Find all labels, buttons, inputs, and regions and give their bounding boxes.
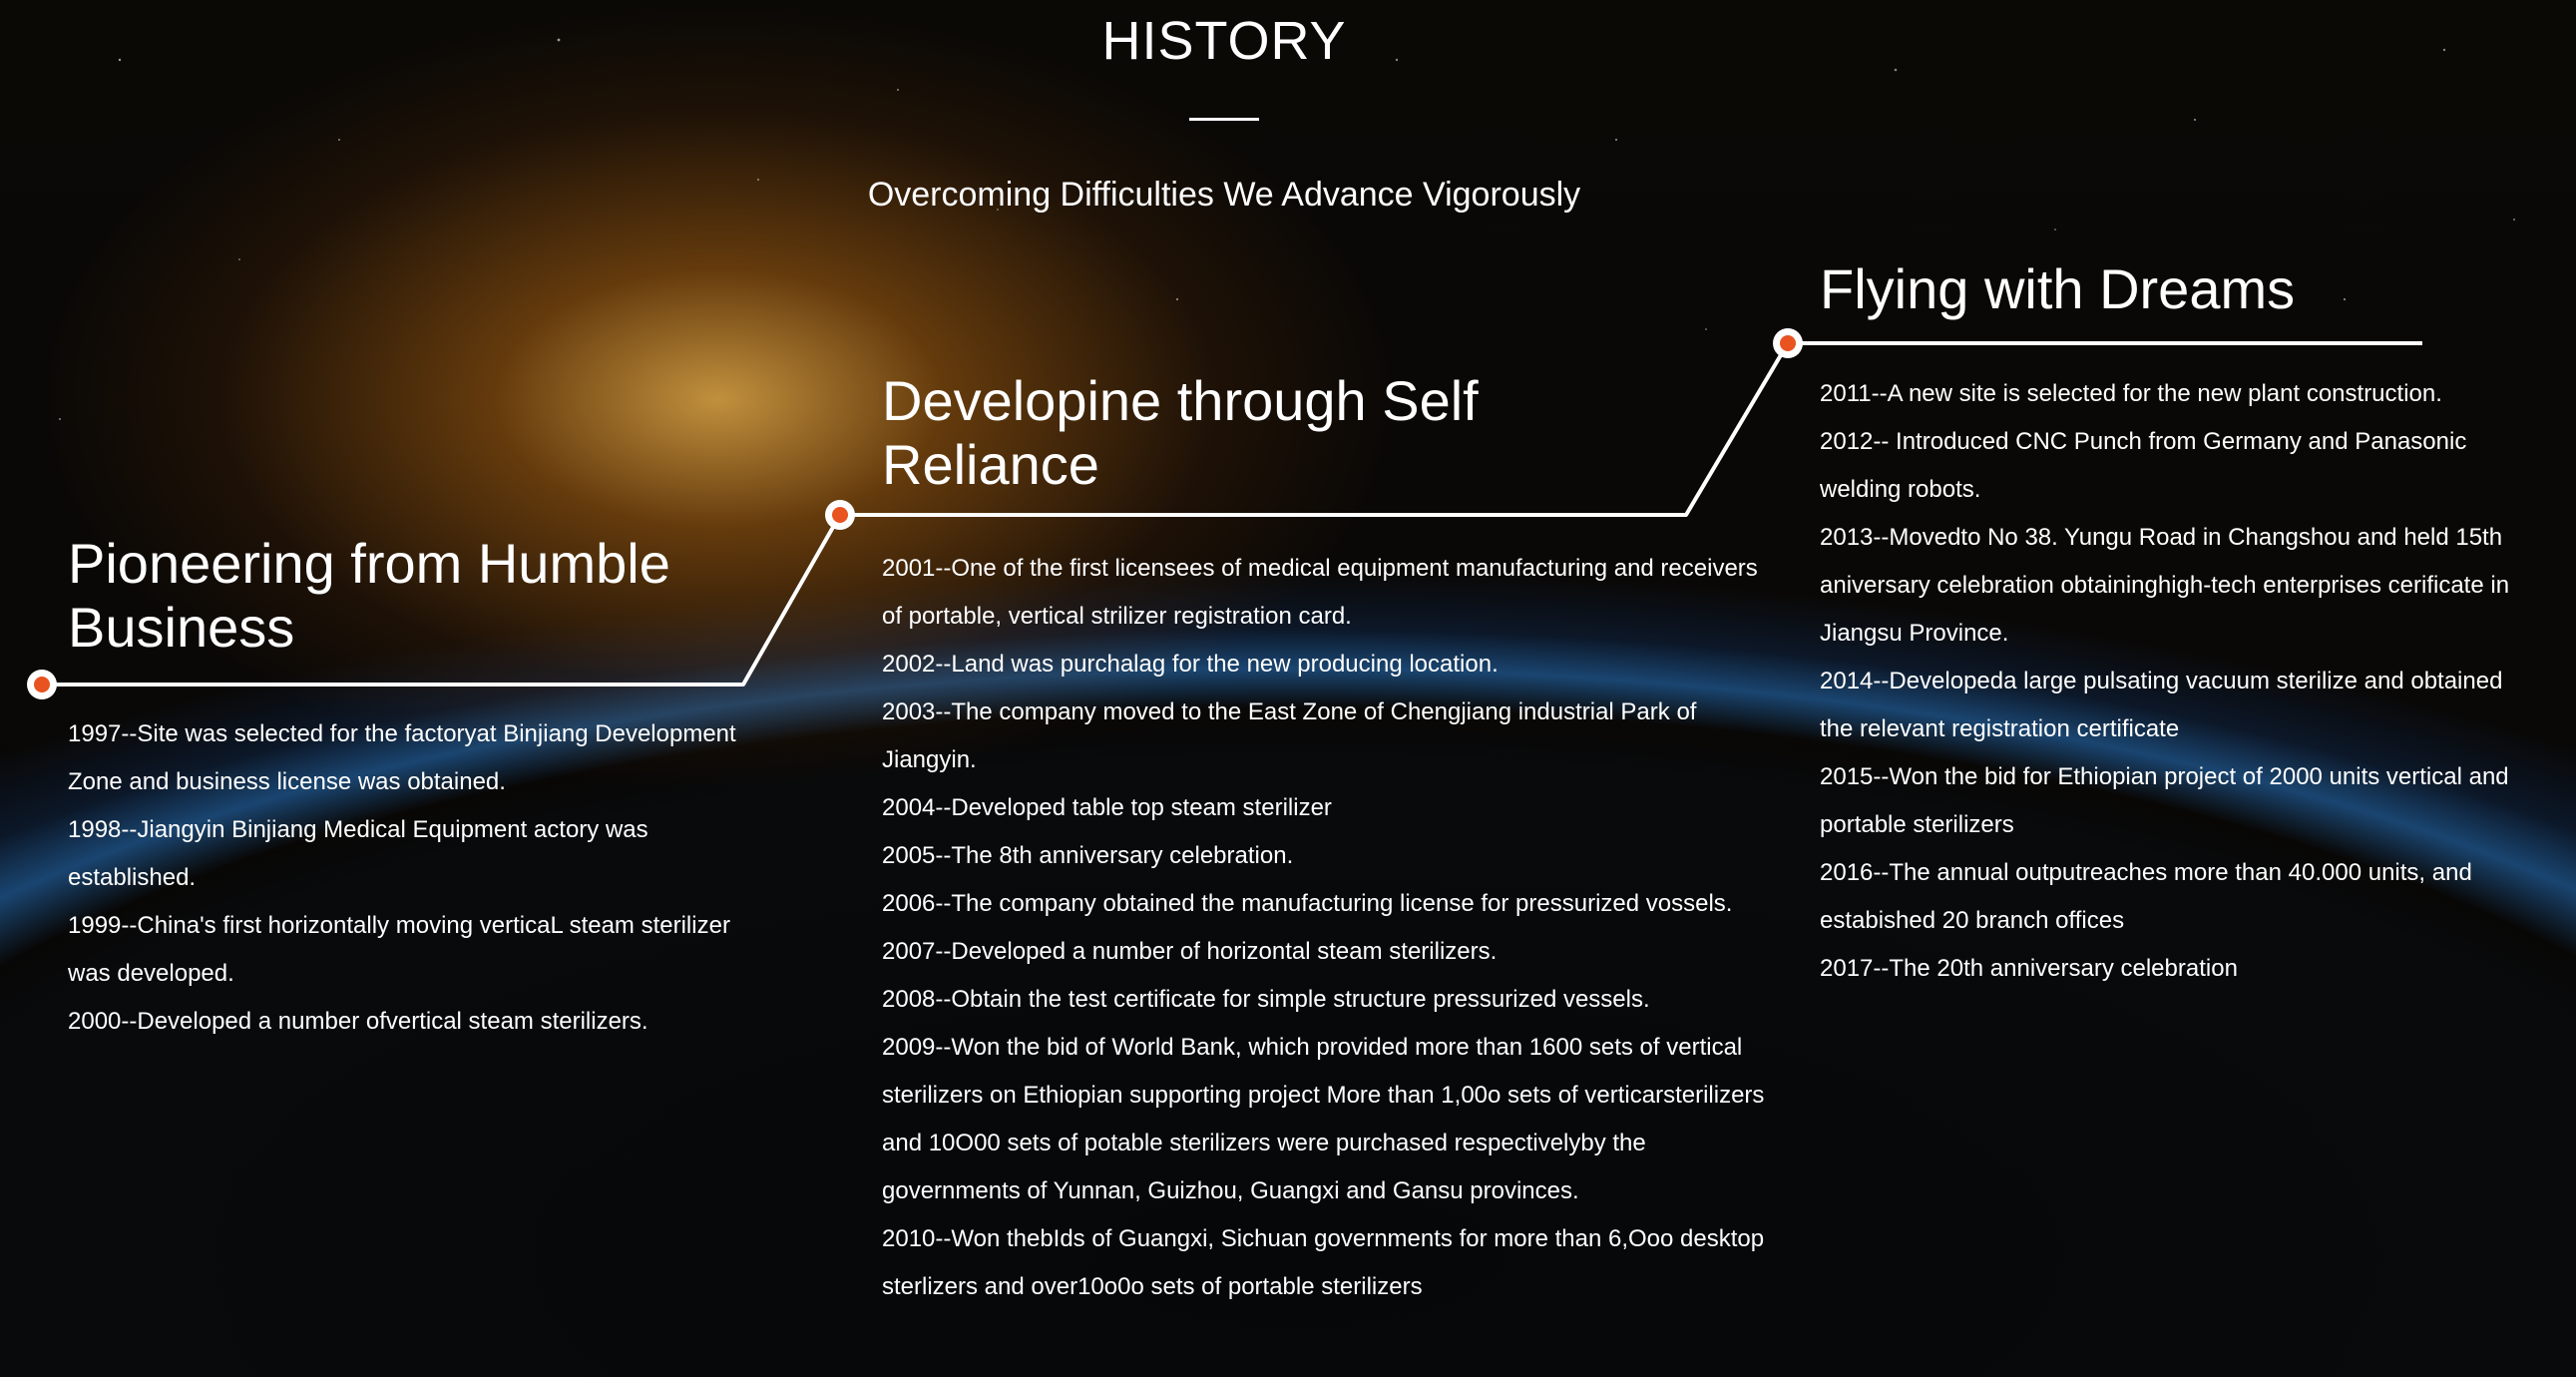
timeline-node-2 [825,500,855,530]
timeline-entry: 2013--Movedto No 38. Yungu Road in Chang… [1820,524,2510,647]
timeline-entry: 2008--Obtain the test certificate for si… [882,986,1650,1013]
timeline-entry: 1999--China's first horizontally moving … [68,912,730,987]
section-heading-self-reliance: Developine through Self Reliance [882,369,1479,496]
timeline-entry: 2005--The 8th anniversary celebration. [882,842,1294,869]
section-heading-pioneering: Pioneering from Humble Business [68,532,670,659]
section-entries-flying: 2011--A new site is selected for the new… [1820,370,2538,993]
timeline-entry: 1998--Jiangyin Binjiang Medical Equipmen… [68,816,648,891]
timeline-entry: 2000--Developed a number ofvertical stea… [68,1008,648,1035]
timeline-entry: 2017--The 20th anniversary celebration [1820,955,2238,982]
timeline-entry: 2004--Developed table top steam steriliz… [882,794,1332,821]
timeline-entry: 2014--Developeda large pulsating vacuum … [1820,668,2503,742]
timeline-entry: 2006--The company obtained the manufactu… [882,890,1733,917]
timeline-entry: 2011--A new site is selected for the new… [1820,380,2442,407]
timeline-node-1 [27,670,57,699]
timeline-entry: 2010--Won thebIds of Guangxi, Sichuan go… [882,1225,1765,1300]
timeline-entry: 2016--The annual outputreaches more than… [1820,859,2472,934]
timeline-entry: 2015--Won the bid for Ethiopian project … [1820,763,2509,838]
section-entries-self-reliance: 2001--One of the first licensees of medi… [882,545,1780,1311]
timeline-entry: 2009--Won the bid of World Bank, which p… [882,1034,1765,1204]
timeline-node-3 [1773,328,1803,358]
section-entries-pioneering: 1997--Site was selected for the factorya… [68,710,746,1046]
timeline-entry: 2002--Land was purchalag for the new pro… [882,651,1499,678]
section-heading-flying: Flying with Dreams [1820,257,2296,320]
timeline-entry: 2007--Developed a number of horizontal s… [882,938,1498,965]
timeline-entry: 2012-- Introduced CNC Punch from Germany… [1820,428,2467,503]
timeline-entry: 1997--Site was selected for the factorya… [68,720,736,795]
timeline-entry: 2003--The company moved to the East Zone… [882,698,1697,773]
timeline-entry: 2001--One of the first licensees of medi… [882,555,1758,630]
